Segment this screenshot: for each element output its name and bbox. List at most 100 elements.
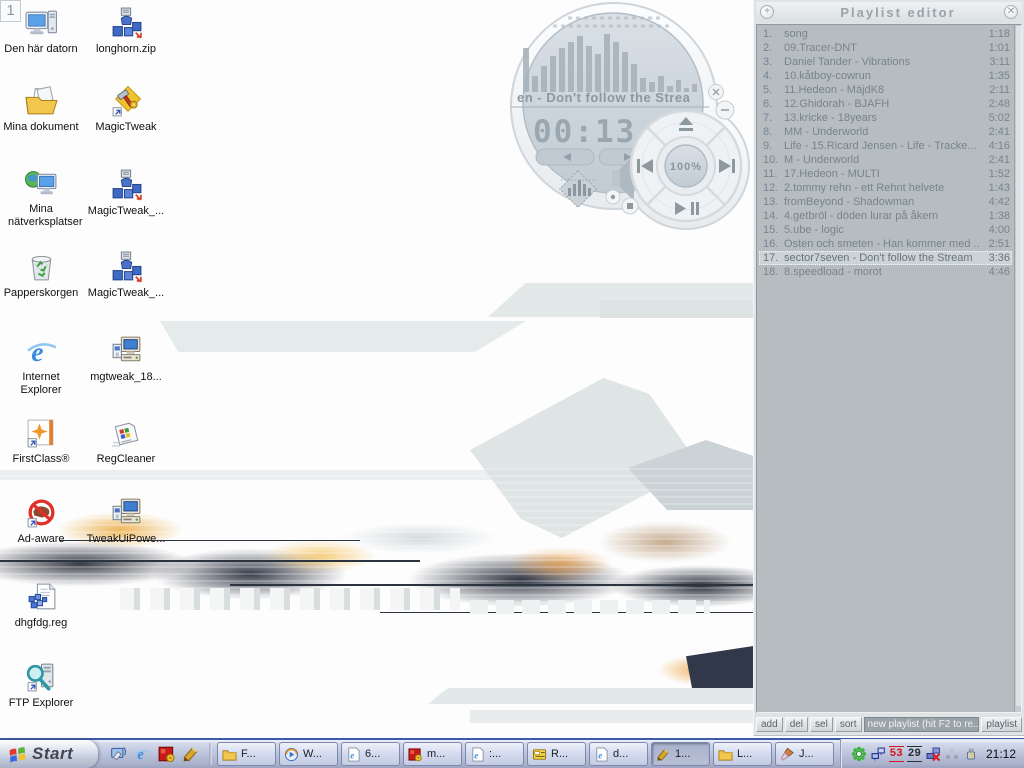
playlist-track[interactable]: 3.Daniel Tander - Vibrations3:11 [759, 55, 1012, 69]
taskbar-button[interactable]: m... [403, 742, 462, 766]
zip-installer-icon [109, 168, 144, 203]
taskbar-button-label: F... [241, 748, 256, 760]
minimize-icon[interactable] [716, 101, 734, 119]
playlist-name-field[interactable]: new playlist (hit F2 to re... [864, 717, 980, 732]
track-title: M - Underworld [784, 153, 980, 167]
playlist-track[interactable]: 5.11.Hedeon - MäjdK82:11 [759, 83, 1012, 97]
close-icon[interactable] [709, 85, 724, 100]
taskbar-button[interactable]: 1... [651, 742, 710, 766]
media-player[interactable]: en - Don't follow the Strea 00:13 100% [503, 2, 753, 232]
track-duration: 4:00 [980, 223, 1012, 237]
scrollbar-thumb[interactable] [1016, 26, 1021, 706]
icq-flower-icon[interactable] [851, 746, 867, 762]
svg-text:e: e [31, 337, 43, 368]
playlist-track[interactable]: 6.12.Ghidorah - BJAFH2:48 [759, 97, 1012, 111]
seek-back-button[interactable] [536, 149, 594, 165]
icon-label: Papperskorgen [4, 287, 79, 300]
taskbar-button[interactable]: L... [713, 742, 772, 766]
icon-label: MagicTweak_... [88, 205, 164, 218]
playlist-track[interactable]: 7.13.kricke - 18years5:02 [759, 111, 1012, 125]
playlist-track[interactable]: 16.Osten och smeten - Han kommer med ...… [759, 237, 1012, 251]
delete-track-button[interactable]: del [785, 717, 808, 732]
icon-label: TweakUiPowe... [87, 533, 166, 546]
taskbar-button[interactable]: F... [217, 742, 276, 766]
start-button[interactable]: Start [0, 740, 98, 768]
playlist-track[interactable]: 9.Life - 15.Ricard Jensen - Life - Track… [759, 139, 1012, 153]
playlist-track[interactable]: 13.fromBeyond - Shadowman4:42 [759, 195, 1012, 209]
playlist-track[interactable]: 4.10.kåtboy-cowrun1:35 [759, 69, 1012, 83]
taskbar-button-label: W... [303, 748, 322, 760]
icon-label: Mina nätverksplatser [8, 203, 74, 229]
close-icon[interactable]: ✕ [1004, 5, 1018, 19]
desktop-icon-my-documents[interactable]: Mina dokument [0, 84, 89, 134]
playlist-track[interactable]: 14.4.getbröl - döden lurar på åkern1:38 [759, 209, 1012, 223]
desktop-icon-internet-explorer[interactable]: e Internet Explorer [0, 334, 89, 397]
record-button[interactable] [606, 190, 620, 204]
network-error-icon[interactable] [925, 746, 941, 762]
temperature-29-icon[interactable]: 29 [907, 746, 922, 762]
playlist-scrollbar[interactable] [1014, 25, 1021, 712]
playlist-track[interactable]: 8.MM - Underworld2:41 [759, 125, 1012, 139]
temperature-53-icon[interactable]: 53 [889, 746, 904, 762]
time-display: 00:13 [533, 114, 636, 150]
playlist-track-list[interactable]: 1.song1:182.09.Tracer-DNT1:013.Daniel Ta… [756, 24, 1022, 713]
track-duration: 2:51 [980, 237, 1012, 251]
playlist-titlebar[interactable]: + Playlist editor ✕ [756, 2, 1022, 22]
playlist-track[interactable]: 2.09.Tracer-DNT1:01 [759, 41, 1012, 55]
sort-button[interactable]: sort [835, 717, 862, 732]
desktop-icon-recycle-bin[interactable]: Papperskorgen [0, 250, 89, 300]
icon-label: Ad-aware [17, 533, 64, 546]
playlist-track[interactable]: 11.17.Hedeon - MULTI1:52 [759, 167, 1012, 181]
taskbar-button[interactable]: W... [279, 742, 338, 766]
desktop-icon-longhorn-zip[interactable]: longhorn.zip [78, 6, 174, 56]
track-number: 13. [759, 195, 784, 209]
playlist-menu-button[interactable]: playlist [981, 717, 1022, 732]
taskbar-button[interactable]: e:... [465, 742, 524, 766]
playlist-track[interactable]: 15.5.ube - logic4:00 [759, 223, 1012, 237]
playlist-track[interactable]: 18.8.speedload - morot4:46 [759, 265, 1012, 279]
desktop-corner-button[interactable]: 1 [0, 0, 21, 22]
desktop-icon-magictweak[interactable]: MagicTweak [78, 84, 174, 134]
desktop-icon-magictweak-2[interactable]: MagicTweak_... [78, 168, 174, 218]
red-media-app-icon[interactable] [158, 745, 176, 763]
track-duration: 4:16 [980, 139, 1012, 153]
desktop-icon-regcleaner[interactable]: RegCleaner [78, 416, 174, 466]
wallpaper-shape [230, 584, 760, 586]
taskbar-button-label: 6... [365, 748, 380, 760]
playlist-track[interactable]: 10.M - Underworld2:41 [759, 153, 1012, 167]
taskbar-button[interactable]: R... [527, 742, 586, 766]
desktop-icon-mgtweak-installer[interactable]: mgtweak_18... [78, 334, 174, 384]
network-computers-icon[interactable] [870, 746, 886, 762]
power-plug-icon[interactable] [963, 746, 979, 762]
add-track-button[interactable]: add [756, 717, 783, 732]
gold-pen-app-icon[interactable] [182, 745, 200, 763]
quick-launch-bar: e [98, 745, 208, 763]
playlist-track[interactable]: 12.2.tommy rehn - ett Rehnt helvete1:43 [759, 181, 1012, 195]
track-duration: 1:35 [980, 69, 1012, 83]
show-desktop-icon[interactable] [110, 745, 128, 763]
internet-explorer-icon[interactable]: e [134, 745, 152, 763]
track-title: 13.kricke - 18years [784, 111, 980, 125]
folder-documents-icon [24, 84, 59, 119]
add-window-button[interactable]: + [760, 5, 774, 19]
molecule-dots-icon[interactable] [944, 746, 960, 762]
track-number: 6. [759, 97, 784, 111]
desktop-icon-ftp-explorer[interactable]: FTP Explorer [0, 660, 89, 710]
registry-file-icon [24, 580, 59, 615]
taskbar-button[interactable]: J... [775, 742, 834, 766]
stop-button[interactable] [622, 198, 638, 214]
desktop-icon-reg-file[interactable]: dhgfdg.reg [0, 580, 89, 630]
wallpaper-shape [470, 600, 710, 614]
desktop-icon-ad-aware[interactable]: Ad-aware [0, 496, 89, 546]
desktop-icon-magictweak-3[interactable]: MagicTweak_... [78, 250, 174, 300]
playlist-track-selected[interactable]: 17.sector7seven - Don't follow the Strea… [759, 251, 1012, 265]
playlist-track[interactable]: 1.song1:18 [759, 27, 1012, 41]
track-title: 4.getbröl - döden lurar på åkern [784, 209, 980, 223]
select-button[interactable]: sel [810, 717, 833, 732]
desktop-icon-tweakui-power[interactable]: TweakUiPowe... [78, 496, 174, 546]
desktop-icon-network-places[interactable]: Mina nätverksplatser [0, 166, 89, 229]
taskbar-button[interactable]: e6... [341, 742, 400, 766]
track-title: Daniel Tander - Vibrations [784, 55, 980, 69]
desktop-icon-firstclass[interactable]: FirstClass® [0, 416, 89, 466]
taskbar-button[interactable]: ed... [589, 742, 648, 766]
